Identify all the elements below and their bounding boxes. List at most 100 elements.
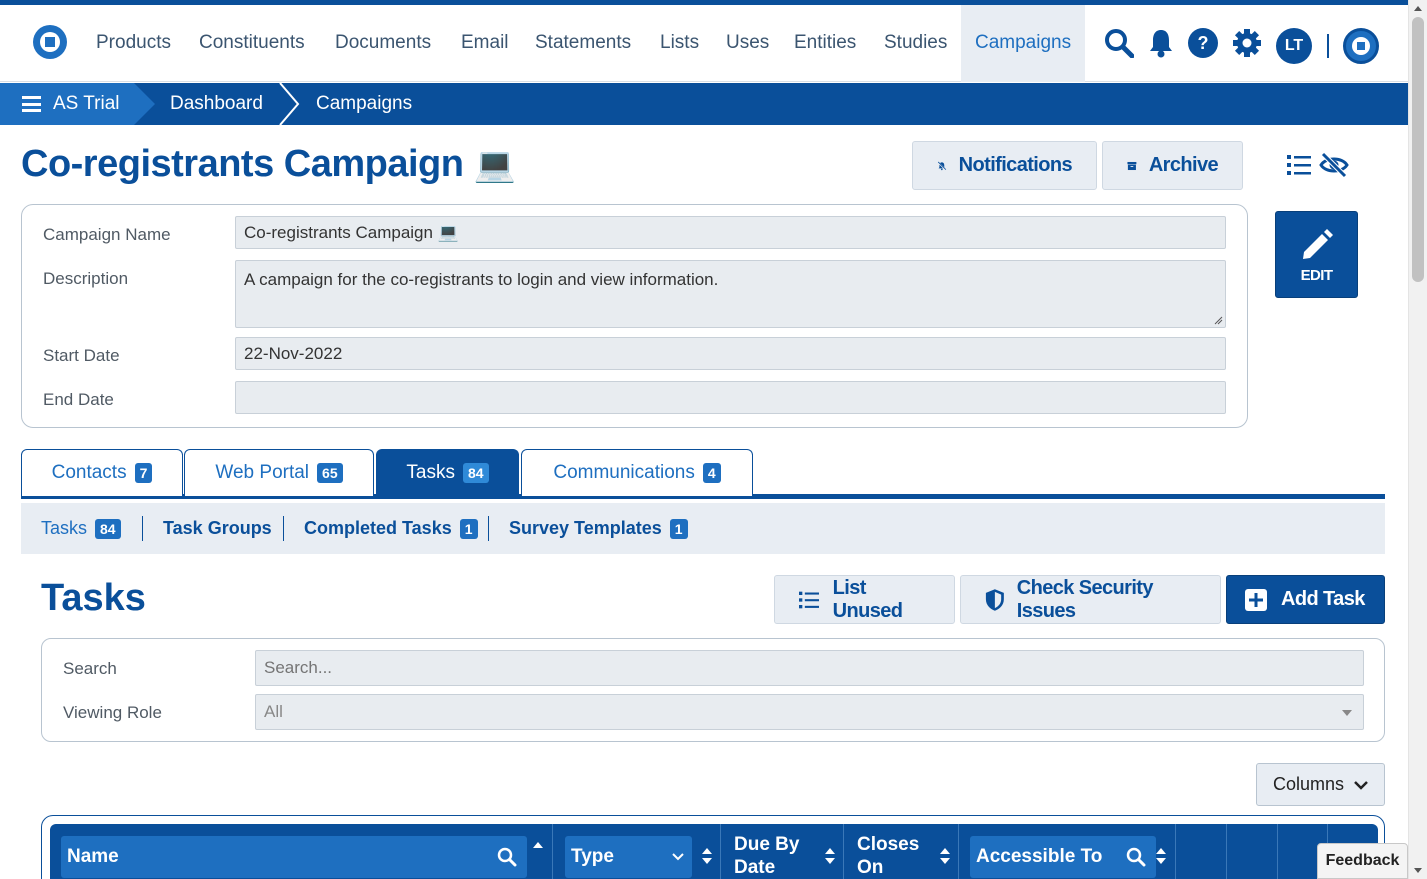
- breadcrumb-item-as-trial[interactable]: AS Trial: [53, 83, 120, 125]
- notifications-button[interactable]: Notifications: [912, 141, 1097, 190]
- description-field[interactable]: A campaign for the co-registrants to log…: [235, 260, 1226, 328]
- name-column-header[interactable]: Name: [61, 836, 527, 878]
- list-unused-label: List Unused: [832, 576, 903, 622]
- chevron-down-icon: [1354, 780, 1368, 790]
- sort-asc-icon[interactable]: [532, 840, 544, 858]
- tab-tasks-label: Tasks: [406, 462, 455, 483]
- columns-button[interactable]: Columns: [1256, 763, 1385, 806]
- check-security-label: Check Security Issues: [1016, 576, 1154, 622]
- campaign-name-field[interactable]: Co-registrants Campaign 💻: [235, 216, 1226, 249]
- subtab-survey-templates-count: 1: [669, 518, 688, 539]
- subtab-tasks-count: 84: [95, 518, 121, 539]
- subtab-task-groups[interactable]: Task Groups: [163, 503, 272, 554]
- subtab-survey-templates[interactable]: Survey Templates 1: [509, 503, 688, 554]
- eye-slash-icon[interactable]: [1319, 152, 1349, 183]
- scroll-thumb[interactable]: [1412, 17, 1424, 282]
- chevron-down-icon: [672, 853, 684, 861]
- scroll-down-icon[interactable]: [1414, 868, 1422, 873]
- subtab-survey-templates-label: Survey Templates: [509, 518, 662, 538]
- subtab-completed-tasks-label: Completed Tasks: [304, 518, 452, 538]
- type-column-header[interactable]: Type: [565, 836, 692, 878]
- user-avatar[interactable]: LT: [1276, 28, 1312, 64]
- resize-handle-icon[interactable]: [1213, 315, 1223, 325]
- bell-icon[interactable]: [1145, 27, 1177, 59]
- viewing-role-select[interactable]: All: [255, 694, 1364, 730]
- nav-item-products[interactable]: Products: [96, 5, 171, 82]
- subtab-tasks[interactable]: Tasks 84: [41, 503, 121, 554]
- search-input[interactable]: [255, 650, 1364, 686]
- laptop-emoji: 💻: [473, 146, 516, 184]
- pencil-icon: [1303, 229, 1333, 259]
- page-title-text: Co-registrants Campaign: [21, 143, 464, 185]
- nav-item-entities[interactable]: Entities: [794, 5, 856, 82]
- breadcrumb-item-dashboard[interactable]: Dashboard: [170, 83, 263, 125]
- task-filters: Search Viewing Role All: [41, 638, 1385, 742]
- check-security-button[interactable]: Check Security Issues: [960, 575, 1221, 624]
- column-search-icon[interactable]: [497, 847, 517, 867]
- table-header: Name Type Due By Date Closes On Accessib…: [50, 824, 1378, 879]
- scroll-up-icon[interactable]: [1414, 6, 1422, 11]
- subtab-completed-tasks[interactable]: Completed Tasks 1: [304, 503, 478, 554]
- edit-label: EDIT: [1300, 267, 1333, 284]
- campaign-name-label: Campaign Name: [43, 225, 171, 244]
- page-scrollbar[interactable]: [1408, 0, 1427, 879]
- add-task-button[interactable]: Add Task: [1226, 575, 1385, 624]
- hamburger-menu-icon[interactable]: [22, 96, 41, 112]
- accessible-to-column-header[interactable]: Accessible To: [970, 836, 1156, 878]
- subtab-divider: [488, 516, 489, 541]
- sort-icon[interactable]: [939, 847, 951, 865]
- nav-item-documents[interactable]: Documents: [335, 5, 431, 82]
- type-column-label: Type: [571, 846, 614, 867]
- sort-icon[interactable]: [824, 847, 836, 865]
- tab-tasks-count: 84: [463, 463, 489, 483]
- nav-item-statements[interactable]: Statements: [535, 5, 631, 82]
- tab-tasks[interactable]: Tasks 84: [376, 449, 519, 496]
- closes-on-column-header[interactable]: Closes On: [857, 833, 919, 879]
- nav-item-lists[interactable]: Lists: [660, 5, 699, 82]
- column-divider: [552, 824, 553, 879]
- top-navigation: Products Constituents Documents Email St…: [0, 5, 1408, 82]
- nav-divider: [1327, 34, 1329, 58]
- breadcrumb-home[interactable]: AS Trial: [0, 83, 155, 125]
- search-icon[interactable]: [1103, 27, 1135, 59]
- subtab-completed-tasks-count: 1: [459, 518, 478, 539]
- column-divider: [1175, 824, 1176, 879]
- end-date-label: End Date: [43, 390, 114, 409]
- tasks-section-title: Tasks: [41, 577, 146, 619]
- sort-icon[interactable]: [1155, 847, 1167, 865]
- sort-icon[interactable]: [701, 847, 713, 865]
- nav-item-studies[interactable]: Studies: [884, 5, 947, 82]
- tab-communications[interactable]: Communications 4: [521, 449, 753, 496]
- nav-item-uses[interactable]: Uses: [726, 5, 769, 82]
- feedback-button[interactable]: Feedback: [1317, 843, 1408, 879]
- campaign-tabs: Contacts 7 Web Portal 65 Tasks 84 Commun…: [21, 449, 1385, 499]
- tab-contacts[interactable]: Contacts 7: [21, 449, 183, 496]
- bell-slash-icon: [937, 160, 947, 171]
- end-date-field[interactable]: [235, 381, 1226, 414]
- nav-item-constituents[interactable]: Constituents: [199, 5, 305, 82]
- column-divider: [958, 824, 959, 879]
- org-logo[interactable]: [1343, 28, 1379, 64]
- name-column-label: Name: [67, 846, 119, 867]
- due-by-date-column-header[interactable]: Due By Date: [734, 833, 799, 879]
- start-date-field[interactable]: 22-Nov-2022: [235, 337, 1226, 370]
- due-by-date-line1: Due By: [734, 834, 800, 855]
- breadcrumb-chevron-icon: [279, 83, 300, 125]
- list-unused-button[interactable]: List Unused: [774, 575, 955, 624]
- tab-communications-count: 4: [702, 463, 721, 483]
- archive-button[interactable]: Archive: [1102, 141, 1243, 190]
- nav-item-email[interactable]: Email: [461, 5, 509, 82]
- tab-web-portal[interactable]: Web Portal 65: [184, 449, 374, 496]
- list-icon: [799, 591, 819, 608]
- list-view-icon[interactable]: [1287, 154, 1313, 181]
- app-logo[interactable]: [33, 25, 67, 59]
- gear-icon[interactable]: [1231, 27, 1263, 59]
- subtab-divider: [142, 516, 143, 541]
- edit-button[interactable]: EDIT: [1275, 211, 1358, 298]
- plus-square-icon: [1245, 588, 1267, 611]
- breadcrumb: AS Trial Dashboard Campaigns: [0, 83, 1408, 125]
- nav-item-campaigns[interactable]: Campaigns: [961, 5, 1086, 82]
- viewing-role-value: All: [264, 702, 283, 721]
- help-icon[interactable]: ?: [1187, 27, 1219, 59]
- column-search-icon[interactable]: [1126, 847, 1146, 867]
